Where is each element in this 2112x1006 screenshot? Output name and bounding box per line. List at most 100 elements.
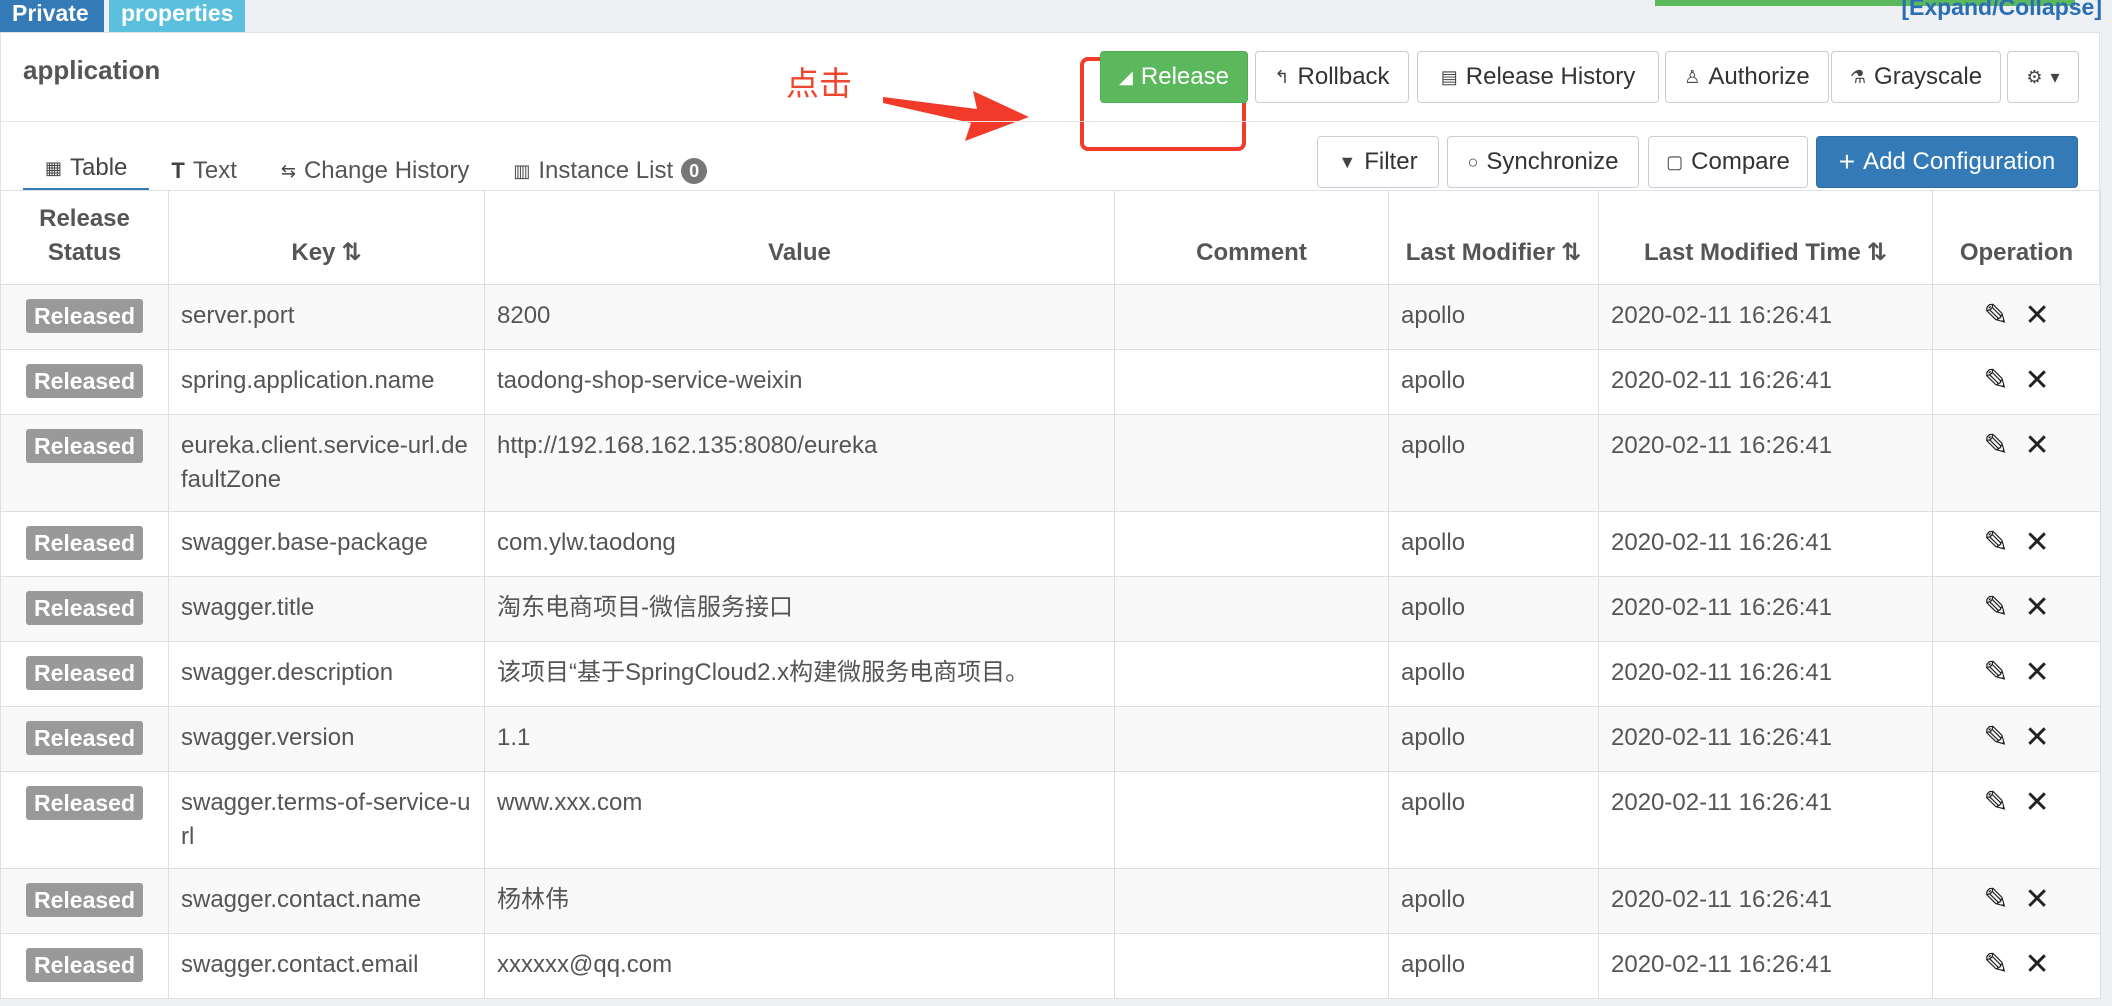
table-row: Released swagger.base-package com.ylw.taod… — [0, 511, 2101, 577]
status-cell: Released — [0, 868, 169, 934]
caret-down-icon: ▾ — [2050, 66, 2060, 87]
filter-label: Filter — [1364, 148, 1418, 175]
sort-icon[interactable]: ⇅ — [1867, 239, 1887, 266]
grayscale-label: Grayscale — [1874, 63, 1983, 90]
authorize-button[interactable]: ♙ Authorize — [1665, 51, 1829, 103]
tab-table[interactable]: ▦ Table — [23, 154, 150, 191]
close-icon[interactable]: ✕ — [2025, 528, 2050, 558]
synchronize-label: Synchronize — [1486, 148, 1619, 175]
header-last-modifier[interactable]: Last Modifier ⇅ — [1388, 190, 1599, 285]
edit-icon[interactable]: ✎ — [1983, 658, 2008, 688]
table-icon: ▦ — [45, 157, 63, 178]
time-cell: 2020-02-11 16:26:41 — [1598, 771, 1933, 869]
operation-cell: ✎ ✕ — [1932, 771, 2101, 869]
status-badge: Released — [25, 429, 143, 463]
settings-dropdown-button[interactable]: ⚙ ▾ — [2007, 51, 2079, 103]
sort-icon[interactable]: ⇅ — [1561, 239, 1581, 266]
add-configuration-button[interactable]: + Add Configuration — [1816, 136, 2078, 188]
release-label: Release — [1140, 63, 1229, 90]
edit-icon[interactable]: ✎ — [1983, 528, 2008, 558]
header-operation: Operation — [1932, 190, 2101, 285]
comment-cell — [1114, 414, 1389, 512]
edit-icon[interactable]: ✎ — [1983, 593, 2008, 623]
close-icon[interactable]: ✕ — [2025, 658, 2050, 688]
status-cell: Released — [0, 414, 169, 512]
header-key-label: Key — [291, 239, 336, 266]
key-cell: server.port — [168, 284, 485, 350]
tab-change-history-label: Change History — [303, 157, 470, 184]
tab-instance-list-label: Instance List — [538, 157, 674, 184]
close-icon[interactable]: ✕ — [2025, 885, 2050, 915]
table-row: Released swagger.description 该项目“基于SpringC… — [0, 641, 2101, 707]
edit-icon[interactable]: ✎ — [1983, 431, 2008, 461]
status-badge: Released — [25, 526, 143, 560]
value-cell: 淘东电商项目-微信服务接口 — [484, 576, 1115, 642]
edit-icon[interactable]: ✎ — [1983, 885, 2008, 915]
status-cell: Released — [0, 771, 169, 869]
modifier-cell: apollo — [1388, 284, 1599, 350]
tab-text[interactable]: T Text — [149, 157, 258, 191]
close-icon[interactable]: ✕ — [2025, 950, 2050, 980]
value-cell: 8200 — [484, 284, 1115, 350]
edit-icon[interactable]: ✎ — [1983, 788, 2008, 818]
edit-icon[interactable]: ✎ — [1983, 723, 2008, 753]
operation-cell: ✎ ✕ — [1932, 706, 2101, 772]
close-icon[interactable]: ✕ — [2025, 431, 2050, 461]
time-cell: 2020-02-11 16:26:41 — [1598, 284, 1933, 350]
compare-button[interactable]: ▢ Compare — [1648, 136, 1808, 188]
flask-icon: ⚗ — [1849, 66, 1867, 87]
modifier-cell: apollo — [1388, 349, 1599, 415]
edit-icon[interactable]: ✎ — [1983, 301, 2008, 331]
close-icon[interactable]: ✕ — [2025, 366, 2050, 396]
grayscale-button[interactable]: ⚗ Grayscale — [1831, 51, 2001, 103]
header-release-status: Release Status — [0, 190, 169, 285]
sort-icon[interactable]: ⇅ — [341, 239, 361, 266]
key-cell: swagger.description — [168, 641, 485, 707]
time-cell: 2020-02-11 16:26:41 — [1598, 933, 1933, 999]
key-cell: spring.application.name — [168, 349, 485, 415]
tab-change-history[interactable]: ⇆ Change History — [259, 157, 492, 191]
modifier-cell: apollo — [1388, 641, 1599, 707]
status-badge: Released — [25, 948, 143, 982]
gear-icon: ⚙ — [2026, 66, 2043, 87]
transfer-icon: ⇆ — [280, 160, 296, 181]
filter-button[interactable]: ▼ Filter — [1317, 136, 1439, 188]
key-cell: swagger.contact.email — [168, 933, 485, 999]
value-cell: http://192.168.162.135:8080/eureka — [484, 414, 1115, 512]
status-badge: Released — [25, 883, 143, 917]
tab-instance-list[interactable]: ▥ Instance List 0 — [491, 157, 729, 191]
annotation-arrow-icon — [883, 91, 1029, 141]
key-cell: swagger.title — [168, 576, 485, 642]
release-history-button[interactable]: ▤ Release History — [1417, 51, 1659, 103]
rollback-icon: ↰ — [1274, 66, 1290, 87]
close-icon[interactable]: ✕ — [2025, 593, 2050, 623]
rollback-button[interactable]: ↰ Rollback — [1255, 51, 1409, 103]
key-cell: swagger.contact.name — [168, 868, 485, 934]
status-cell: Released — [0, 511, 169, 577]
comment-cell — [1114, 868, 1389, 934]
modifier-cell: apollo — [1388, 868, 1599, 934]
annotation-label: 点击 — [786, 64, 852, 103]
table-row: Released swagger.title 淘东电商项目-微信服务接口 apollo… — [0, 576, 2101, 642]
release-button[interactable]: ◢ Release — [1100, 51, 1248, 103]
filter-icon: ▼ — [1338, 151, 1357, 172]
value-cell: xxxxxx@qq.com — [484, 933, 1115, 999]
comment-cell — [1114, 771, 1389, 869]
header-key[interactable]: Key ⇅ — [168, 190, 485, 285]
close-icon[interactable]: ✕ — [2025, 788, 2050, 818]
edit-icon[interactable]: ✎ — [1983, 366, 2008, 396]
comment-cell — [1114, 349, 1389, 415]
header-last-modified-time[interactable]: Last Modified Time ⇅ — [1598, 190, 1933, 285]
edit-icon[interactable]: ✎ — [1983, 950, 2008, 980]
close-icon[interactable]: ✕ — [2025, 301, 2050, 331]
status-badge: Released — [25, 786, 143, 820]
header-value: Value — [484, 190, 1115, 285]
close-icon[interactable]: ✕ — [2025, 723, 2050, 753]
expand-collapse-link[interactable]: [Expand/Collapse] — [1901, 0, 2102, 21]
synchronize-button[interactable]: ○ Synchronize — [1447, 136, 1639, 188]
calendar-icon: ▤ — [1440, 66, 1458, 87]
status-badge: Released — [25, 656, 143, 690]
operation-cell: ✎ ✕ — [1932, 933, 2101, 999]
status-badge: Released — [25, 721, 143, 755]
value-cell: 该项目“基于SpringCloud2.x构建微服务电商项目。 — [484, 641, 1115, 707]
